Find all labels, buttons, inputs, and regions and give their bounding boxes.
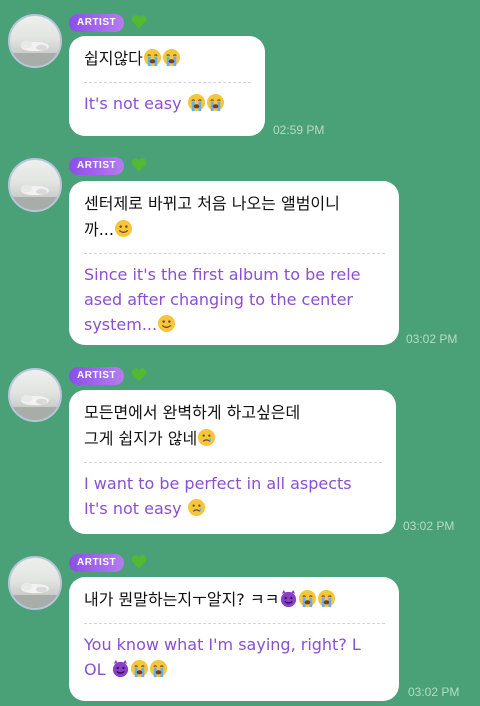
timestamp: 03:02 PM: [406, 332, 458, 346]
message-1: ARTIST 쉽지않다 It's not easy 02:59 PM: [0, 0, 480, 150]
loudly-crying-icon: [187, 93, 206, 112]
smiling-face-icon: [157, 314, 176, 333]
loudly-crying-icon: [298, 589, 317, 608]
english-translation: Since it's the first album to be rele as…: [84, 265, 361, 334]
message-4: ARTIST 내가 뭔말하는지ㅜ알지? ㅋㅋ You know what I'm…: [0, 552, 480, 706]
cat-photo-icon: [10, 185, 60, 210]
korean-text: 쉽지않다: [84, 46, 251, 72]
loudly-crying-icon: [317, 589, 336, 608]
translation-divider: [84, 253, 385, 254]
artist-badge: ARTIST: [69, 554, 125, 572]
artist-badge: ARTIST: [69, 14, 125, 32]
translation-divider: [84, 623, 385, 624]
green-heart-icon: [131, 368, 147, 382]
cat-photo-icon: [10, 41, 60, 66]
cat-photo-icon: [10, 395, 60, 420]
message-2: ARTIST 센터제로 바뀌고 처음 나오는 앨범이니 까... Since i…: [0, 155, 480, 355]
artist-badge: ARTIST: [69, 157, 125, 175]
loudly-crying-icon: [130, 659, 149, 678]
korean-text: 센터제로 바뀌고 처음 나오는 앨범이니 까...: [84, 194, 340, 239]
message-bubble[interactable]: 내가 뭔말하는지ㅜ알지? ㅋㅋ You know what I'm saying…: [69, 577, 399, 701]
translation-divider: [84, 462, 382, 463]
loudly-crying-icon: [143, 48, 162, 67]
timestamp: 03:02 PM: [408, 685, 460, 699]
green-heart-icon: [131, 15, 147, 29]
loudly-crying-icon: [162, 48, 181, 67]
korean-text: 모든면에서 완벽하게 하고싶은데 그게 쉽지가 않네: [84, 403, 301, 448]
korean-text: 내가 뭔말하는지ㅜ알지? ㅋㅋ: [84, 587, 385, 613]
green-heart-icon: [131, 555, 147, 569]
message-bubble[interactable]: 모든면에서 완벽하게 하고싶은데 그게 쉽지가 않네 I want to be …: [69, 390, 396, 534]
artist-badge: ARTIST: [69, 367, 125, 385]
smiling-face-icon: [114, 219, 133, 238]
avatar[interactable]: [8, 368, 62, 422]
avatar[interactable]: [8, 556, 62, 610]
loudly-crying-icon: [206, 93, 225, 112]
cat-photo-icon: [10, 583, 60, 608]
message-bubble[interactable]: 센터제로 바뀌고 처음 나오는 앨범이니 까... Since it's the…: [69, 181, 399, 345]
green-heart-icon: [131, 158, 147, 172]
timestamp: 02:59 PM: [273, 123, 325, 137]
message-3: ARTIST 모든면에서 완벽하게 하고싶은데 그게 쉽지가 않네 I want…: [0, 364, 480, 544]
avatar[interactable]: [8, 158, 62, 212]
smiling-devil-icon: [279, 589, 298, 608]
english-translation: I want to be perfect in all aspects It's…: [84, 474, 352, 518]
avatar[interactable]: [8, 14, 62, 68]
timestamp: 03:02 PM: [403, 519, 455, 533]
crying-face-icon: [187, 498, 206, 517]
english-translation: It's not easy: [84, 91, 251, 116]
message-bubble[interactable]: 쉽지않다 It's not easy: [69, 36, 265, 136]
translation-divider: [84, 82, 251, 83]
crying-face-icon: [197, 428, 216, 447]
smiling-devil-icon: [111, 659, 130, 678]
english-translation: You know what I'm saying, right? L OL: [84, 635, 361, 679]
loudly-crying-icon: [149, 659, 168, 678]
